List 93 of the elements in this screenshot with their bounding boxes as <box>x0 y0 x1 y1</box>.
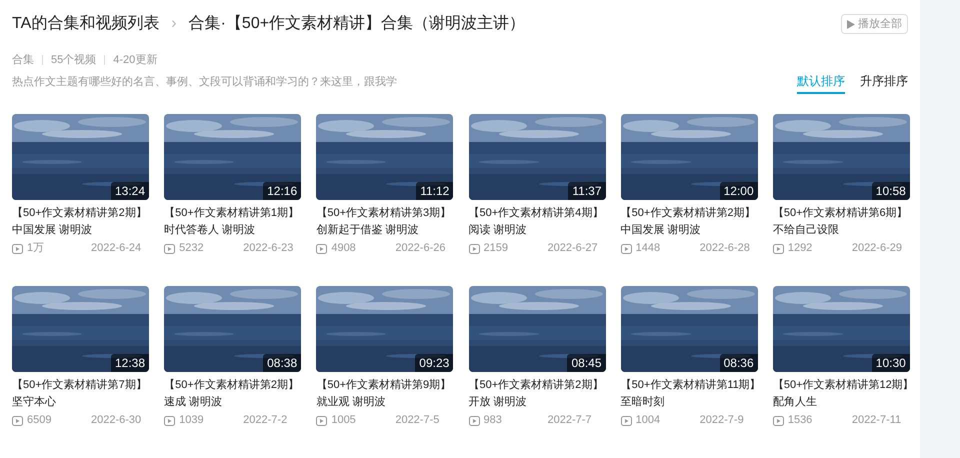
collection-title: 合集·【50+作文素材精讲】合集（谢明波主讲） <box>188 14 526 34</box>
video-title[interactable]: 【50+作文素材精讲第2期】 <box>164 377 302 394</box>
duration-label: 10:58 <box>872 182 910 200</box>
upload-date: 2022-7-5 <box>395 413 440 428</box>
duration-label: 09:23 <box>415 354 454 372</box>
video-thumbnail[interactable]: 12:16 <box>164 114 302 200</box>
duration-label: 11:12 <box>416 182 454 200</box>
upload-date: 2022-7-9 <box>700 413 744 428</box>
play-count: 1292 <box>788 241 814 256</box>
duration-label: 11:37 <box>568 182 606 200</box>
video-title[interactable]: 【50+作文素材精讲第11期】 <box>620 377 758 394</box>
upload-date: 2022-6-27 <box>548 241 598 256</box>
play-count-icon <box>164 244 176 254</box>
video-subtitle: 阅读 谢明波 <box>468 223 528 238</box>
video-title[interactable]: 【50+作文素材精讲第7期】 <box>12 377 149 394</box>
collection-description: 热点作文主题有哪些好的名言、事例、文段可以背诵和学习的？来这里，跟我学 <box>12 74 397 90</box>
play-count-icon <box>772 244 784 254</box>
play-count: 1004 <box>636 413 662 428</box>
video-title[interactable]: 【50+作文素材精讲第2期】 <box>620 205 758 222</box>
upload-date: 2022-6-30 <box>91 413 142 428</box>
video-thumbnail[interactable]: 09:23 <box>316 286 454 372</box>
play-count-icon <box>620 416 632 426</box>
duration-label: 10:30 <box>872 354 910 372</box>
video-subtitle: 时代答卷人 谢明波 <box>164 223 256 238</box>
play-count-icon <box>620 244 632 254</box>
duration-label: 12:16 <box>263 182 302 200</box>
play-count: 2159 <box>484 241 509 256</box>
upload-date: 2022-6-29 <box>852 241 902 256</box>
duration-label: 13:24 <box>110 182 149 200</box>
video-thumbnail[interactable]: 13:24 <box>12 114 149 200</box>
play-count-icon <box>316 244 328 254</box>
play-count-icon <box>12 416 23 426</box>
video-thumbnail[interactable]: 10:58 <box>772 114 910 200</box>
upload-date: 2022-7-7 <box>548 413 592 428</box>
video-title[interactable]: 【50+作文素材精讲第2期】 <box>468 377 606 394</box>
video-thumbnail[interactable]: 10:30 <box>772 286 910 372</box>
video-subtitle: 创新起于借鉴 谢明波 <box>316 222 420 238</box>
breadcrumb-link[interactable]: TA的合集和视频列表 <box>12 12 160 36</box>
upload-date: 2022-6-24 <box>91 241 142 256</box>
upload-date: 2022-6-26 <box>395 241 446 256</box>
play-count-icon <box>468 244 480 254</box>
breadcrumb-separator: › <box>171 14 177 34</box>
play-count-icon <box>164 416 176 426</box>
play-count: 1448 <box>636 241 662 256</box>
duration-label: 12:00 <box>720 182 758 200</box>
play-count: 6509 <box>27 413 52 428</box>
play-count: 4908 <box>331 241 357 256</box>
duration-label: 08:45 <box>567 354 606 372</box>
video-subtitle: 配角人生 <box>772 395 818 410</box>
video-subtitle: 坚守本心 <box>12 394 57 410</box>
video-subtitle: 就业观 谢明波 <box>316 395 386 410</box>
video-subtitle: 不给自己设限 <box>772 223 840 238</box>
video-title[interactable]: 【50+作文素材精讲第9期】 <box>316 377 454 394</box>
video-subtitle: 中国发展 谢明波 <box>12 223 94 238</box>
upload-date: 2022-7-11 <box>852 413 902 428</box>
play-count-icon <box>468 416 480 426</box>
video-thumbnail[interactable]: 08:45 <box>468 286 606 372</box>
video-thumbnail[interactable]: 08:36 <box>620 286 758 372</box>
video-thumbnail[interactable]: 11:37 <box>468 114 606 200</box>
play-count: 1005 <box>331 413 357 428</box>
video-thumbnail[interactable]: 12:00 <box>620 114 758 200</box>
play-count-icon <box>12 244 23 254</box>
video-subtitle: 至暗时刻 <box>620 394 666 410</box>
collection-meta: 4-20更新 <box>113 52 158 68</box>
play-count: 1039 <box>179 413 205 428</box>
duration-label: 08:36 <box>720 354 758 372</box>
video-subtitle: 速成 谢明波 <box>164 395 224 410</box>
video-thumbnail[interactable]: 08:38 <box>164 286 302 372</box>
video-title[interactable]: 【50+作文素材精讲第2期】 <box>12 205 149 222</box>
video-title[interactable]: 【50+作文素材精讲第1期】 <box>164 205 302 222</box>
play-count: 983 <box>484 413 503 428</box>
video-thumbnail[interactable]: 12:38 <box>12 286 149 372</box>
play-count-icon <box>772 416 784 426</box>
upload-date: 2022-6-23 <box>243 241 294 256</box>
video-subtitle: 中国发展 谢明波 <box>620 223 702 238</box>
video-title[interactable]: 【50+作文素材精讲第6期】 <box>772 205 910 222</box>
play-count: 1万 <box>27 241 46 256</box>
duration-label: 12:38 <box>110 354 149 372</box>
video-title[interactable]: 【50+作文素材精讲第4期】 <box>468 205 606 222</box>
collection-meta: 合集 <box>12 52 34 68</box>
upload-date: 2022-7-2 <box>243 413 288 428</box>
video-title[interactable]: 【50+作文素材精讲第12期】 <box>772 377 910 394</box>
video-title[interactable]: 【50+作文素材精讲第3期】 <box>316 205 454 222</box>
video-thumbnail[interactable]: 11:12 <box>316 114 454 200</box>
video-subtitle: 开放 谢明波 <box>468 395 528 410</box>
play-count: 5232 <box>179 241 205 256</box>
duration-label: 08:38 <box>263 354 302 372</box>
upload-date: 2022-6-28 <box>700 241 750 256</box>
play-count: 1536 <box>788 413 814 428</box>
sort-tab[interactable]: 升序排序 <box>860 72 908 94</box>
play-icon <box>847 20 855 28</box>
play-count-icon <box>316 416 328 426</box>
collection-meta: 55个视频 <box>51 52 96 68</box>
